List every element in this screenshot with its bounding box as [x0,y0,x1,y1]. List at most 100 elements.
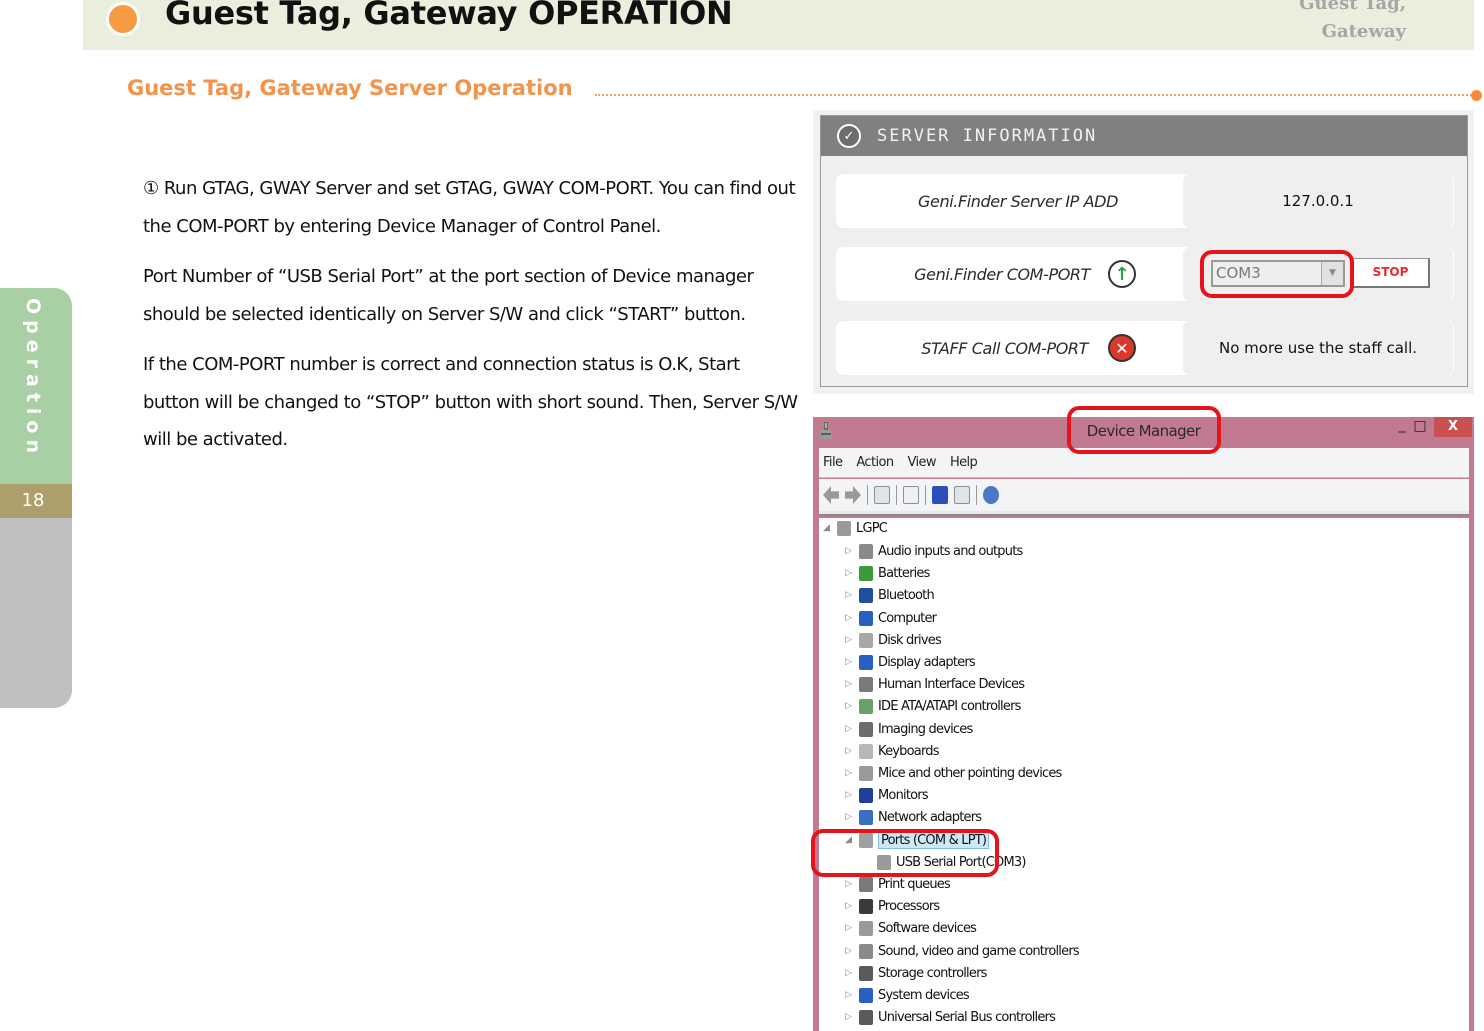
tree-item[interactable]: ▷ Network adapters [845,807,982,827]
collapsed-triangle-icon[interactable]: ▷ [845,990,855,1000]
server-info-header: ✓ SERVER INFORMATION [821,116,1467,156]
collapsed-triangle-icon[interactable]: ▷ [845,679,855,689]
processor-icon [859,898,873,914]
maximize-button[interactable]: □ [1413,418,1427,438]
collapsed-triangle-icon[interactable]: ▷ [845,701,855,711]
sound-icon [859,943,873,959]
toolbar-separator [867,485,868,505]
monitor-icon [859,787,873,803]
tree-item[interactable]: ▷ Processors [845,896,940,916]
green-up-arrow-icon: ↑ [1108,260,1136,288]
collapsed-triangle-icon[interactable]: ▷ [845,724,855,734]
tree-item[interactable]: ▷ Computer [845,608,937,628]
collapsed-triangle-icon[interactable]: ▷ [845,968,855,978]
device-manager-window: Device Manager _ □ X File Action View He… [813,417,1474,1031]
back-arrow-icon[interactable] [823,486,839,504]
com-port-label: Geni.Finder COM-PORT [914,264,1090,284]
collapsed-triangle-icon[interactable]: ▷ [845,1012,855,1022]
forward-arrow-icon[interactable] [845,486,861,504]
tree-item[interactable]: ▷ Disk drives [845,630,942,650]
page-number: 18 [0,484,72,518]
toolbar-separator [896,485,897,505]
collapsed-triangle-icon[interactable]: ▷ [845,946,855,956]
menu-action[interactable]: Action [856,455,894,470]
collapsed-triangle-icon[interactable]: ▷ [845,590,855,600]
collapsed-triangle-icon[interactable]: ▷ [845,901,855,911]
instruction-paragraph: Port Number of “USB Serial Port” at the … [143,266,754,325]
show-action-pane-icon[interactable] [954,486,970,504]
collapsed-triangle-icon[interactable]: ▷ [845,635,855,645]
menu-view[interactable]: View [907,455,936,470]
tree-item[interactable]: ▷ IDE ATA/ATAPI controllers [845,696,1021,716]
collapsed-triangle-icon[interactable]: ▷ [845,613,855,623]
collapsed-triangle-icon[interactable]: ▷ [845,923,855,933]
tree-item[interactable]: ▷ Monitors [845,785,929,805]
device-tree: ◢ LGPC ▷ Audio inputs and outputs ▷ Batteri… [819,518,1469,1031]
collapsed-triangle-icon[interactable]: ▷ [845,790,855,800]
minimize-button[interactable]: _ [1395,417,1409,437]
tree-item[interactable]: ▷ Keyboards [845,741,939,761]
page-title: Guest Tag, Gateway OPERATION [165,0,733,32]
tree-item-label: Display adapters [878,654,976,670]
stop-button[interactable]: STOP [1352,258,1430,288]
tree-item-label: Processors [878,898,940,914]
side-tab-label: Operation [22,298,44,460]
tree-item[interactable]: ▷ Universal Serial Bus controllers [845,1007,1056,1027]
red-x-icon: ✕ [1108,334,1136,362]
show-hide-console-tree-icon[interactable] [874,486,890,504]
hid-icon [859,676,873,692]
tree-item-label: Keyboards [878,743,939,759]
tree-item-label: Storage controllers [878,965,987,981]
tree-item-label: Bluetooth [878,587,935,603]
toolbar-separator [925,485,926,505]
section-divider [595,94,1475,96]
check-circle-icon: ✓ [837,124,861,148]
collapsed-triangle-icon[interactable]: ▷ [845,746,855,756]
tree-item[interactable]: ▷ Bluetooth [845,585,935,605]
tree-item[interactable]: ▷ Batteries [845,563,930,583]
tree-root[interactable]: ◢ LGPC [823,518,888,538]
expanded-triangle-icon[interactable]: ◢ [823,523,833,533]
tree-item[interactable]: ▷ Imaging devices [845,719,973,739]
tree-item-label: Monitors [878,787,929,803]
menu-file[interactable]: File [823,455,843,470]
tree-item[interactable]: ▷ Mice and other pointing devices [845,763,1062,783]
computer-icon [859,610,873,626]
tree-item[interactable]: ▷ Display adapters [845,652,976,672]
title-highlight [1067,406,1221,454]
tree-item-label: Audio inputs and outputs [878,543,1023,559]
tree-item[interactable]: ▷ Print queues [845,874,951,894]
tree-item-label: Mice and other pointing devices [878,765,1062,781]
scan-hardware-icon[interactable] [983,486,999,504]
server-ip-value: 127.0.0.1 [1183,174,1453,228]
close-button[interactable]: X [1434,417,1472,437]
side-tab: Operation 18 [0,288,72,708]
disk-drive-icon [859,632,873,648]
collapsed-triangle-icon[interactable]: ▷ [845,768,855,778]
collapsed-triangle-icon[interactable]: ▷ [845,568,855,578]
display-adapter-icon [859,654,873,670]
tree-item[interactable]: ▷ System devices [845,985,970,1005]
collapsed-triangle-icon[interactable]: ▷ [845,879,855,889]
bluetooth-icon [859,587,873,603]
tree-item-label: Computer [878,610,937,626]
properties-icon[interactable] [903,486,919,504]
tree-item-label: Sound, video and game controllers [878,943,1080,959]
tree-item[interactable]: ▷ Human Interface Devices [845,674,1025,694]
section-divider-dot-icon [1471,90,1482,101]
menu-help[interactable]: Help [950,455,978,470]
software-device-icon [859,920,873,936]
help-icon[interactable] [932,486,948,504]
battery-icon [859,565,873,581]
tree-item[interactable]: ▷ Software devices [845,918,977,938]
collapsed-triangle-icon[interactable]: ▷ [845,546,855,556]
collapsed-triangle-icon[interactable]: ▷ [845,812,855,822]
tree-item[interactable]: ▷ Storage controllers [845,963,987,983]
com-port-highlight [1200,250,1354,298]
tree-item[interactable]: ▷ Audio inputs and outputs [845,541,1023,561]
collapsed-triangle-icon[interactable]: ▷ [845,657,855,667]
imaging-icon [859,721,873,737]
header-bullet-icon [106,2,140,36]
tree-item-label: Software devices [878,920,977,936]
tree-item[interactable]: ▷ Sound, video and game controllers [845,941,1080,961]
